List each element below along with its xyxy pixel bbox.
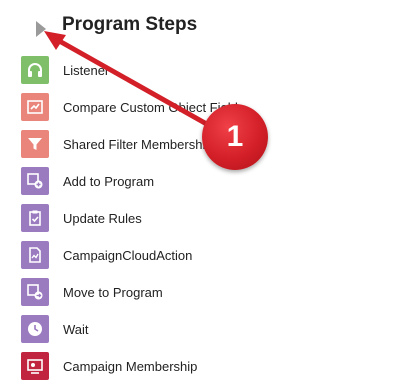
callout-number: 1 (226, 120, 244, 153)
callout-arrow (44, 31, 215, 130)
callout-number-badge: 1 (202, 104, 268, 170)
